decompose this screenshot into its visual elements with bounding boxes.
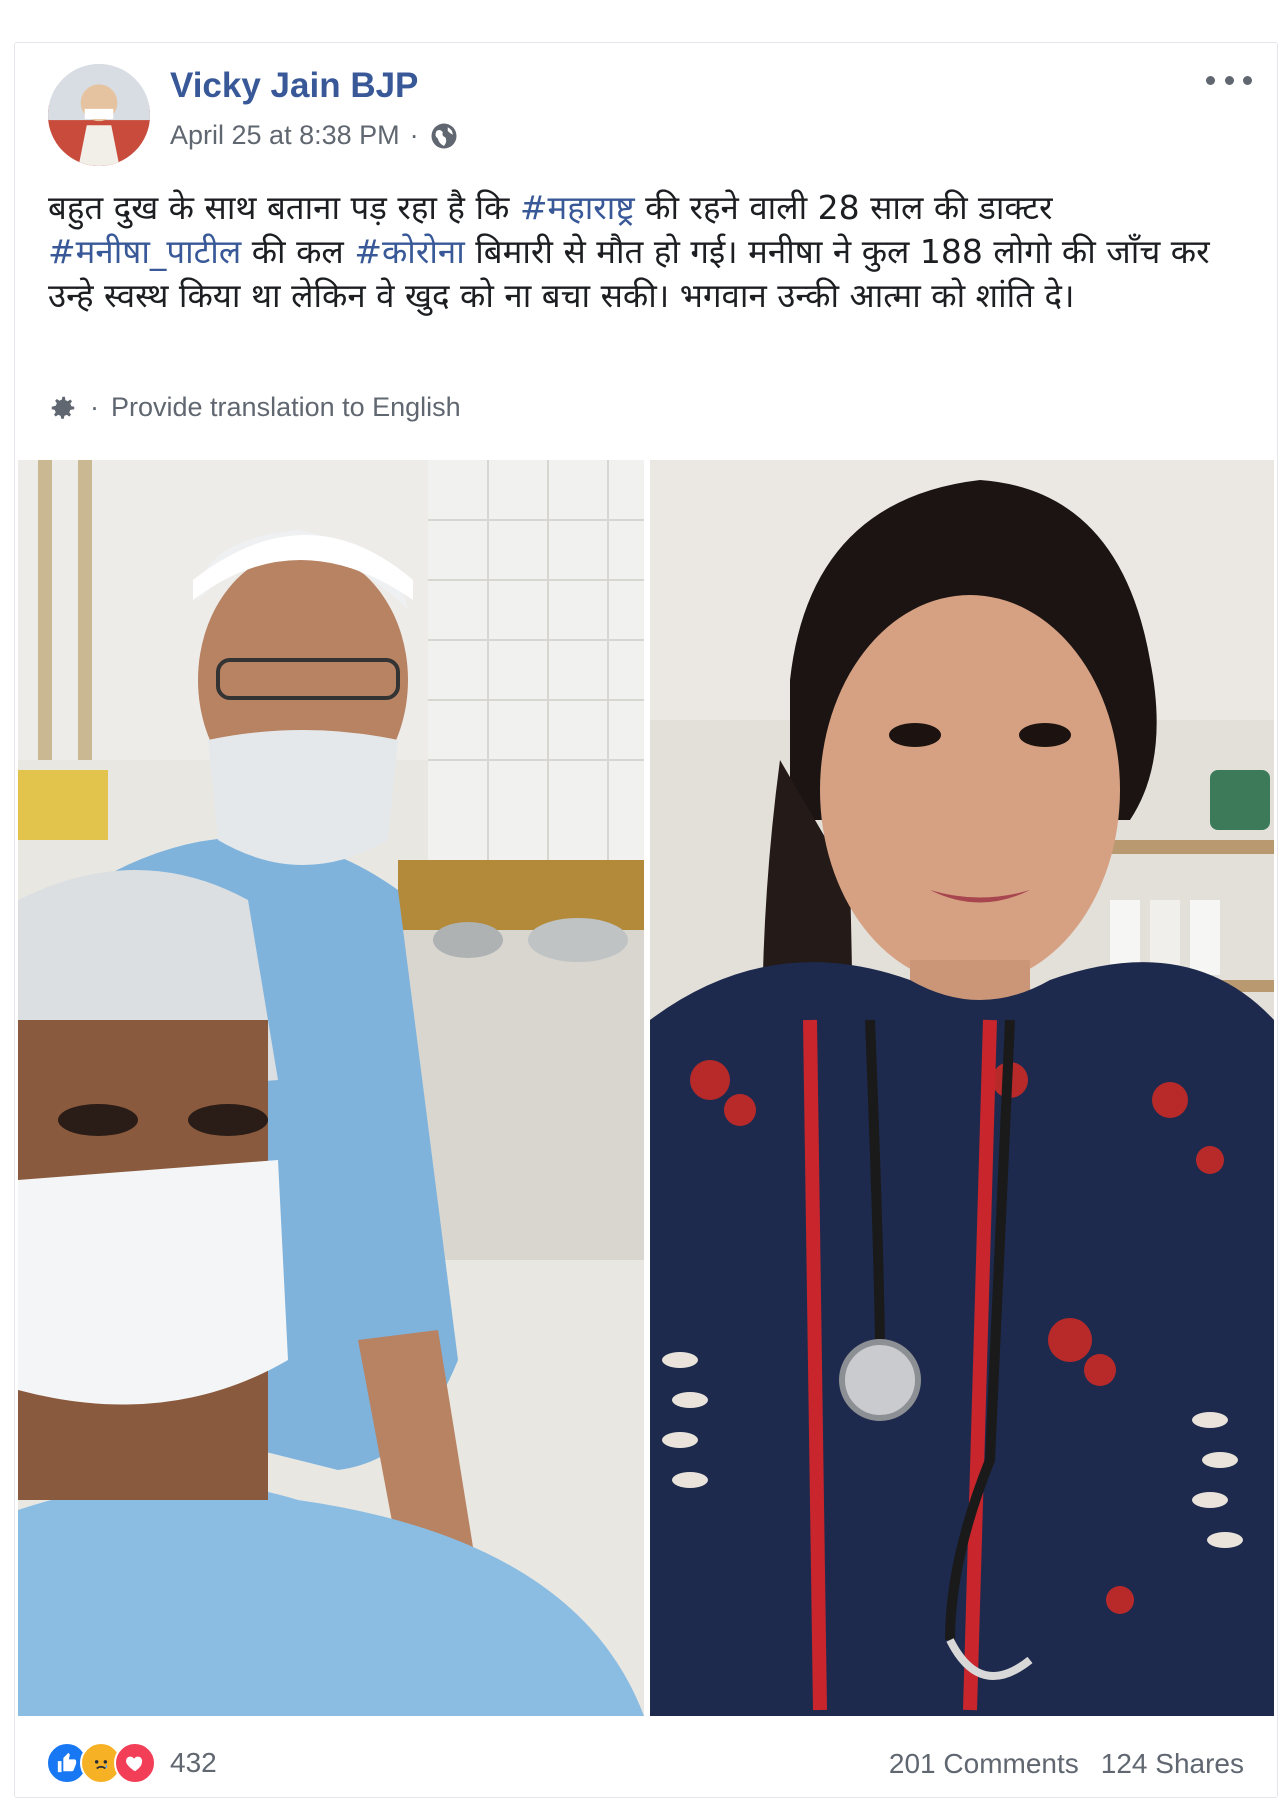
translate-separator: ·: [90, 392, 99, 422]
engagement-counts: 201 Comments 124 Shares: [889, 1748, 1244, 1780]
more-options-icon[interactable]: [1206, 70, 1252, 90]
globe-icon[interactable]: [429, 121, 459, 151]
photo-doctors-selfie[interactable]: [18, 460, 644, 1716]
post-timestamp[interactable]: April 25 at 8:38 PM: [170, 120, 400, 151]
translation-row: · Provide translation to English: [48, 392, 461, 423]
hashtag-corona[interactable]: #कोरोना: [354, 232, 464, 271]
post-text: बहुत दुख के साथ बताना पड़ रहा है कि #महा…: [48, 186, 1228, 318]
meta-separator: ·: [409, 120, 419, 150]
author-avatar[interactable]: [48, 64, 150, 166]
shares-count-link[interactable]: 124 Shares: [1101, 1748, 1244, 1780]
author-name-link[interactable]: Vicky Jain BJP: [170, 66, 418, 106]
post-text-part: की कल: [241, 232, 355, 271]
love-icon: [114, 1742, 156, 1784]
photo-doctor-portrait[interactable]: [650, 460, 1274, 1716]
hashtag-manisha-patil[interactable]: #मनीषा_पाटील: [48, 232, 241, 271]
post-text-part: बहुत दुख के साथ बताना पड़ रहा है कि: [48, 188, 520, 227]
translate-link[interactable]: Provide translation to English: [111, 392, 461, 423]
post-meta: April 25 at 8:38 PM ·: [170, 120, 459, 151]
avatar-image: [48, 64, 150, 166]
post-text-part: की रहने वाली 28 साल की डाक्टर: [634, 188, 1053, 227]
reactions-summary[interactable]: 432: [46, 1742, 217, 1784]
gear-icon[interactable]: [48, 393, 78, 423]
comments-count-link[interactable]: 201 Comments: [889, 1748, 1079, 1780]
photo-doctor-portrait-image: [650, 460, 1274, 1716]
photo-doctors-selfie-image: [18, 460, 644, 1716]
reaction-count: 432: [170, 1747, 217, 1778]
hashtag-maharashtra[interactable]: #महाराष्ट्र: [520, 188, 635, 227]
post-footer: 432 201 Comments 124 Shares: [0, 1734, 1280, 1794]
